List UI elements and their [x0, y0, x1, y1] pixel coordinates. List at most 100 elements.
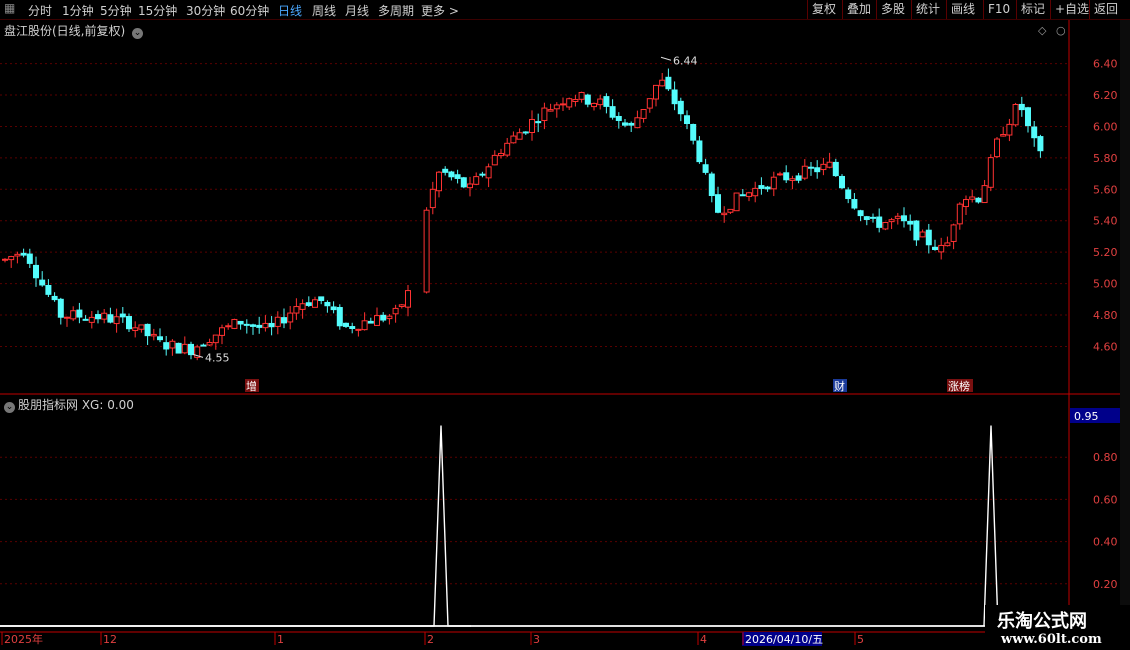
- toolbar-button-1[interactable]: 叠加: [842, 0, 875, 19]
- candle-body: [14, 253, 21, 257]
- candle-body: [64, 316, 70, 319]
- candle-body: [219, 327, 225, 336]
- candle-body: [690, 123, 697, 141]
- candle-body: [26, 253, 33, 264]
- candle-body: [876, 216, 883, 228]
- chevron-down-icon[interactable]: ⌄: [4, 402, 15, 413]
- candle-body: [448, 171, 455, 178]
- candle-body: [541, 107, 548, 121]
- candle-body: [950, 224, 957, 242]
- candle-body: [76, 309, 83, 318]
- period-tab-4[interactable]: 30分钟: [186, 2, 225, 19]
- indicator-value: 0.95: [1074, 410, 1099, 423]
- diamond-icon[interactable]: ◇: [1038, 24, 1047, 37]
- candle-body: [343, 322, 349, 327]
- right-scroll-strip: [1120, 20, 1130, 632]
- candle-body: [119, 313, 126, 318]
- period-tab-0[interactable]: 分时: [28, 2, 52, 19]
- candle-body: [708, 173, 715, 197]
- candle-body: [994, 138, 1000, 158]
- candle-body: [8, 256, 15, 261]
- candle-body: [671, 89, 678, 105]
- candle-body: [907, 220, 914, 225]
- toolbar-button-8[interactable]: 返回: [1089, 0, 1122, 19]
- candle-body: [832, 161, 839, 177]
- candle-body: [188, 343, 194, 356]
- indicator-spike: [0, 425, 471, 627]
- candle-body: [460, 177, 467, 188]
- candle-body: [169, 340, 176, 349]
- candle-body: [206, 342, 213, 346]
- marker-zeng: 增: [246, 379, 257, 393]
- candle-body: [547, 109, 554, 112]
- period-tab-3[interactable]: 15分钟: [138, 2, 177, 19]
- candle-body: [529, 118, 535, 134]
- grid-icon[interactable]: ▦: [4, 1, 15, 15]
- candle-body: [888, 219, 895, 223]
- candle-body: [851, 199, 858, 209]
- candle-body: [925, 229, 932, 246]
- candle-body: [479, 173, 486, 176]
- candle-body: [609, 106, 616, 118]
- time-label: 3: [533, 633, 540, 646]
- period-tab-8[interactable]: 月线: [345, 2, 369, 19]
- toolbar-button-4[interactable]: 画线: [946, 0, 979, 19]
- candle-body: [572, 98, 579, 103]
- candle-body: [591, 102, 597, 108]
- candle-body: [20, 252, 27, 256]
- candle-body: [696, 140, 703, 163]
- candle-body: [578, 91, 585, 100]
- time-label: 12: [103, 633, 117, 646]
- candle-body: [70, 310, 77, 320]
- candle-body: [355, 328, 362, 331]
- period-tab-5[interactable]: 60分钟: [230, 2, 269, 19]
- candle-body: [845, 189, 852, 200]
- candle-body: [919, 231, 926, 238]
- indicator-tick: 0.20: [1093, 578, 1118, 591]
- candle-body: [33, 264, 39, 279]
- toolbar-button-6[interactable]: 标记: [1016, 0, 1049, 19]
- candle-body: [318, 296, 325, 302]
- watermark-url: www.60lt.com: [1001, 632, 1102, 647]
- candle-body: [82, 318, 89, 321]
- candle-body: [677, 100, 684, 115]
- candle-body: [1025, 107, 1031, 127]
- toolbar-button-5[interactable]: F10: [983, 0, 1014, 19]
- candle-body: [175, 342, 182, 354]
- candle-body: [640, 109, 647, 119]
- candle-body: [789, 178, 796, 181]
- candle-body: [553, 104, 560, 110]
- period-tab-9[interactable]: 多周期: [378, 2, 414, 19]
- candle-body: [299, 303, 306, 310]
- price-tick: 5.20: [1093, 246, 1118, 259]
- time-label: 2026/04/10/五: [745, 633, 823, 646]
- watermark-title: 乐淘公式网: [997, 611, 1087, 632]
- candle-body: [324, 301, 331, 307]
- period-tab-2[interactable]: 5分钟: [100, 2, 132, 19]
- period-tab-1[interactable]: 1分钟: [62, 2, 94, 19]
- candle-body: [138, 324, 145, 330]
- toolbar-button-2[interactable]: 多股: [876, 0, 909, 19]
- candle-body: [57, 298, 64, 318]
- candle-body: [336, 307, 343, 327]
- candle-body: [646, 98, 653, 109]
- candle-body: [200, 344, 207, 347]
- candle-body: [566, 98, 573, 108]
- period-tab-10[interactable]: 更多 >: [421, 2, 459, 19]
- indicator-title: ⌄ 股朋指标网 XG: 0.00: [4, 396, 134, 413]
- candle-body: [1037, 136, 1044, 152]
- period-tab-7[interactable]: 周线: [312, 2, 336, 19]
- candle-body: [256, 324, 263, 328]
- candle-body: [274, 316, 281, 327]
- candle-body: [628, 122, 635, 126]
- candle-body: [312, 299, 318, 308]
- candle-body: [863, 216, 870, 220]
- circle-icon[interactable]: ○: [1056, 24, 1066, 37]
- toolbar-button-0[interactable]: 复权: [807, 0, 840, 19]
- time-label: 2: [427, 633, 434, 646]
- candle-body: [39, 279, 46, 286]
- period-tab-6[interactable]: 日线: [278, 2, 302, 19]
- candle-body: [473, 176, 480, 185]
- toolbar-button-7[interactable]: +自选: [1050, 0, 1093, 19]
- toolbar-button-3[interactable]: 统计: [911, 0, 944, 19]
